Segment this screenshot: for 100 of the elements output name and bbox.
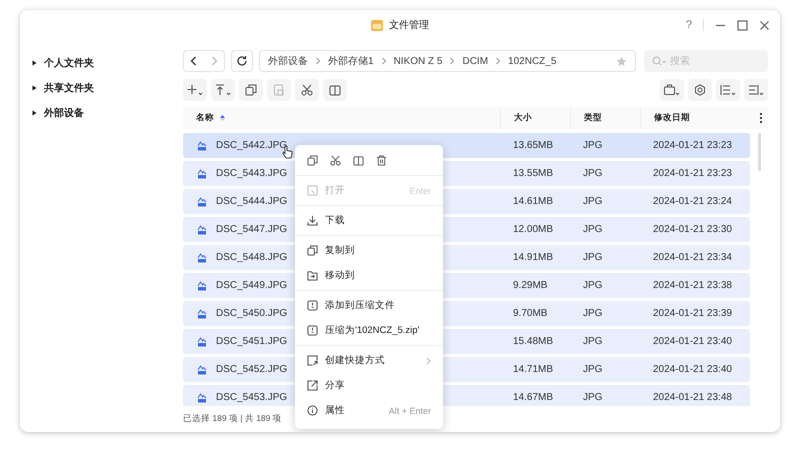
copy-button[interactable] bbox=[239, 79, 263, 101]
modified-date: 2024-01-21 23:38 bbox=[652, 280, 733, 291]
copy-icon bbox=[307, 245, 318, 256]
file-name: DSC_5452.JPG bbox=[216, 364, 288, 375]
modified-date: 2024-01-21 23:30 bbox=[652, 224, 733, 235]
share-icon bbox=[307, 380, 318, 391]
folder-icon bbox=[371, 20, 383, 30]
breadcrumb-item[interactable]: NIKON Z 5 bbox=[394, 56, 442, 66]
refresh-icon bbox=[236, 55, 248, 67]
file-name: DSC_5448.JPG bbox=[216, 252, 288, 263]
file-type: JPG bbox=[582, 308, 604, 319]
file-name: DSC_5443.JPG bbox=[216, 168, 288, 179]
settings-icon bbox=[694, 84, 706, 96]
modified-date: 2024-01-21 23:39 bbox=[652, 308, 733, 319]
modified-date: 2024-01-21 23:23 bbox=[652, 168, 733, 179]
sidebar-item[interactable]: 外部设备 bbox=[32, 100, 183, 125]
path-bar[interactable]: 外部设备 外部存储1 NIKON Z 5 DCIM 102NCZ_5 bbox=[259, 50, 636, 72]
file-size: 14.71MB bbox=[512, 364, 554, 375]
sort-up-icon[interactable] bbox=[219, 114, 226, 122]
upload-button[interactable] bbox=[211, 79, 235, 101]
image-file-icon bbox=[197, 280, 207, 291]
file-type: JPG bbox=[582, 196, 604, 207]
plus-icon bbox=[187, 84, 203, 96]
column-header[interactable]: 类型 bbox=[570, 107, 640, 129]
sidebar-item[interactable]: 个人文件夹 bbox=[32, 50, 183, 75]
copy-icon bbox=[245, 84, 257, 96]
search-icon bbox=[652, 56, 666, 66]
modified-date: 2024-01-21 23:34 bbox=[652, 252, 733, 263]
file-type: JPG bbox=[582, 224, 604, 235]
view-list-button[interactable] bbox=[716, 79, 740, 101]
file-size: 15.48MB bbox=[512, 336, 554, 347]
file-type: JPG bbox=[582, 140, 604, 151]
expand-arrow-icon[interactable] bbox=[32, 84, 37, 90]
breadcrumb-item[interactable]: 外部设备 bbox=[268, 54, 308, 68]
list-icon bbox=[720, 84, 736, 96]
file-name: DSC_5447.JPG bbox=[216, 224, 288, 235]
star-icon[interactable] bbox=[616, 56, 627, 66]
settings-button[interactable] bbox=[688, 79, 712, 101]
modified-date: 2024-01-21 23:40 bbox=[652, 336, 733, 347]
new-button[interactable] bbox=[183, 79, 207, 101]
close-icon[interactable] bbox=[759, 20, 770, 30]
status-text: 已选择 189 项 | 共 189 项 bbox=[183, 413, 282, 425]
image-file-icon bbox=[197, 224, 207, 235]
column-header[interactable]: 大小 bbox=[500, 107, 570, 129]
file-name: DSC_5442.JPG bbox=[216, 140, 288, 151]
file-type: JPG bbox=[582, 252, 604, 263]
breadcrumb-item[interactable]: 外部存储1 bbox=[328, 54, 374, 68]
modified-date: 2024-01-21 23:48 bbox=[652, 392, 733, 403]
help-button[interactable]: ? bbox=[686, 19, 692, 31]
briefcase-button[interactable] bbox=[660, 79, 684, 101]
file-name: DSC_5449.JPG bbox=[216, 280, 288, 291]
menu-item[interactable]: 下载 bbox=[295, 208, 443, 233]
cut-icon bbox=[301, 84, 313, 96]
expand-arrow-icon[interactable] bbox=[32, 110, 37, 116]
file-name: DSC_5451.JPG bbox=[216, 336, 288, 347]
paste-icon bbox=[273, 84, 285, 96]
more-icon[interactable] bbox=[759, 112, 763, 124]
chevron-icon bbox=[495, 57, 502, 65]
shortcut-icon bbox=[307, 355, 318, 366]
file-size: 9.29MB bbox=[512, 280, 548, 291]
compress-button[interactable] bbox=[323, 79, 347, 101]
file-size: 12.00MB bbox=[512, 224, 554, 235]
file-type: JPG bbox=[582, 168, 604, 179]
image-file-icon bbox=[197, 168, 207, 179]
expand-arrow-icon[interactable] bbox=[32, 60, 37, 66]
file-type: JPG bbox=[582, 280, 604, 291]
maximize-icon[interactable] bbox=[737, 20, 748, 30]
chevron-icon bbox=[380, 57, 387, 65]
image-file-icon bbox=[197, 336, 207, 347]
file-size: 14.67MB bbox=[512, 392, 554, 403]
column-header[interactable]: 修改日期 bbox=[640, 107, 740, 129]
move-icon bbox=[307, 270, 318, 281]
image-file-icon bbox=[197, 252, 207, 263]
file-name: DSC_5450.JPG bbox=[216, 308, 288, 319]
copy-icon[interactable] bbox=[307, 155, 318, 166]
window-title: 文件管理 bbox=[389, 18, 429, 32]
file-type: JPG bbox=[582, 364, 604, 375]
sidebar-item[interactable]: 共享文件夹 bbox=[32, 75, 183, 100]
file-size: 13.55MB bbox=[512, 168, 554, 179]
chevron-icon bbox=[449, 57, 456, 65]
trash-icon[interactable] bbox=[376, 155, 387, 166]
modified-date: 2024-01-21 23:40 bbox=[652, 364, 733, 375]
file-name: DSC_5444.JPG bbox=[216, 196, 288, 207]
column-header[interactable]: 名称 bbox=[183, 107, 500, 129]
breadcrumb-item[interactable]: 102NCZ_5 bbox=[508, 56, 556, 66]
cut-button[interactable] bbox=[295, 79, 319, 101]
image-file-icon bbox=[197, 364, 207, 375]
breadcrumb-item[interactable]: DCIM bbox=[462, 56, 488, 66]
briefcase-icon bbox=[664, 84, 680, 96]
image-file-icon bbox=[197, 392, 207, 403]
sort-button[interactable] bbox=[744, 79, 768, 101]
file-size: 14.61MB bbox=[512, 196, 554, 207]
refresh-button[interactable] bbox=[231, 50, 253, 72]
image-file-icon bbox=[197, 196, 207, 207]
scrollbar-thumb[interactable] bbox=[758, 133, 760, 171]
modified-date: 2024-01-21 23:23 bbox=[652, 140, 733, 151]
image-file-icon bbox=[197, 140, 207, 151]
cut-icon[interactable] bbox=[330, 155, 341, 166]
chevron-icon bbox=[315, 57, 321, 65]
search-field[interactable]: 搜索 bbox=[644, 50, 768, 72]
